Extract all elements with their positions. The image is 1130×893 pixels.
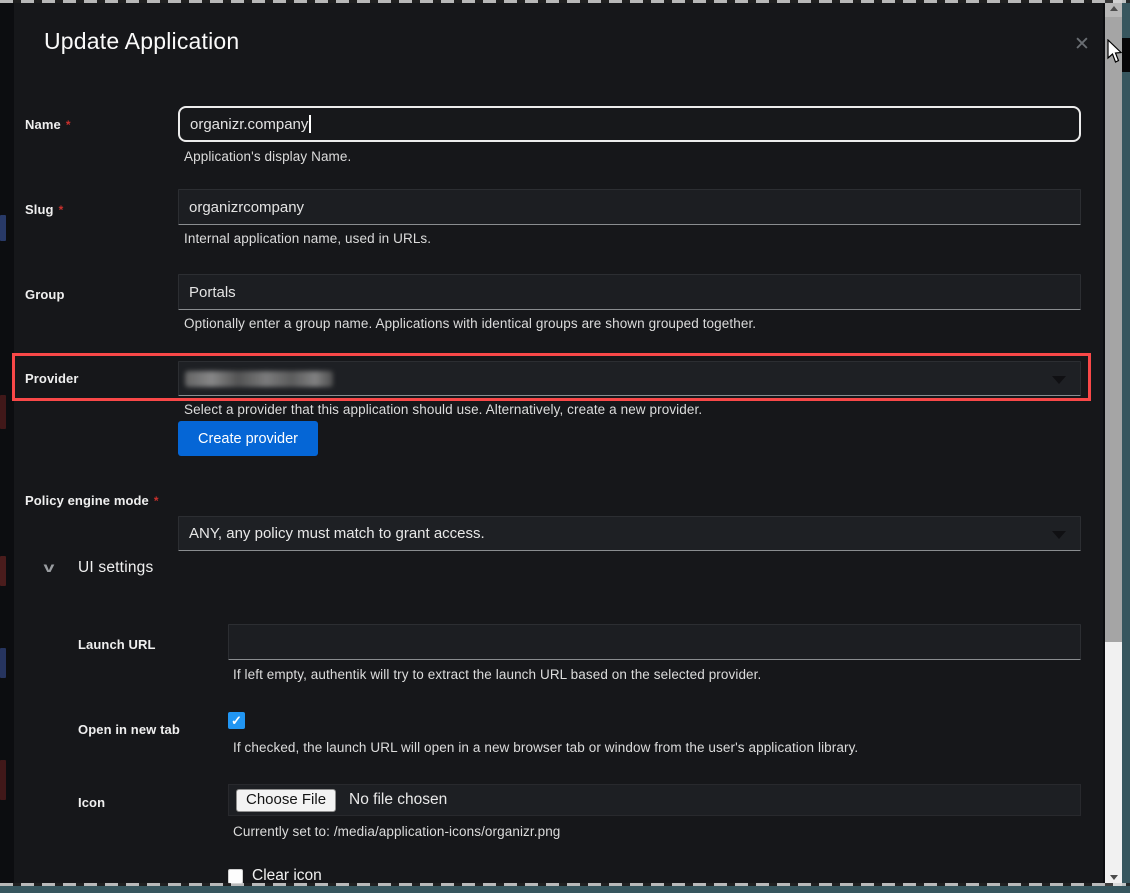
- provider-label: Provider: [25, 371, 79, 386]
- policy-engine-mode-label: Policy engine mode *: [25, 493, 159, 508]
- checkmark-icon: ✓: [231, 714, 242, 727]
- screenshot-root: Update Application ✕ Name * organizr.comp…: [0, 0, 1130, 893]
- choose-file-button[interactable]: Choose File: [236, 789, 336, 812]
- open-in-new-tab-checkbox[interactable]: ✓: [228, 712, 245, 729]
- ui-settings-section-title[interactable]: UI settings: [78, 559, 153, 577]
- group-label: Group: [25, 287, 65, 302]
- policy-required-asterisk: *: [154, 494, 159, 508]
- background-artifact: [0, 556, 6, 586]
- background-artifact: [0, 760, 6, 800]
- icon-file-input[interactable]: Choose File No file chosen: [228, 784, 1081, 816]
- name-required-asterisk: *: [66, 118, 71, 132]
- arrow-up-icon: [1110, 6, 1118, 11]
- arrow-down-icon: [1110, 875, 1118, 880]
- clear-icon-checkbox[interactable]: [228, 869, 243, 884]
- launch-url-help: If left empty, authentik will try to ext…: [233, 667, 761, 682]
- name-input-value: organizr.company: [190, 116, 308, 133]
- name-input[interactable]: organizr.company: [178, 106, 1081, 142]
- slug-required-asterisk: *: [59, 203, 64, 217]
- name-label: Name *: [25, 117, 71, 132]
- policy-engine-mode-label-text: Policy engine mode: [25, 493, 149, 508]
- slug-help: Internal application name, used in URLs.: [184, 231, 431, 246]
- mouse-cursor: [1107, 39, 1124, 64]
- background-artifact: [0, 215, 6, 241]
- background-artifact: [0, 395, 6, 429]
- provider-help: Select a provider that this application …: [184, 402, 702, 417]
- name-label-text: Name: [25, 117, 61, 132]
- policy-engine-mode-select[interactable]: ANY, any policy must match to grant acce…: [178, 516, 1081, 551]
- update-application-modal: Update Application ✕ Name * organizr.comp…: [14, 3, 1103, 886]
- capture-border-top: [0, 0, 1130, 3]
- launch-url-label: Launch URL: [78, 637, 156, 652]
- chevron-down-icon: [1052, 531, 1066, 539]
- ui-settings-collapse-chevron-icon[interactable]: v: [43, 559, 54, 575]
- provider-redacted-value: [185, 371, 333, 387]
- group-input[interactable]: [178, 274, 1081, 310]
- right-edge-strip: [1122, 0, 1130, 893]
- scrollbar-thumb[interactable]: [1105, 17, 1122, 642]
- open-in-new-tab-label: Open in new tab: [78, 722, 180, 737]
- chevron-down-icon: [1052, 376, 1066, 384]
- provider-select[interactable]: [178, 361, 1081, 396]
- launch-url-input[interactable]: [228, 624, 1081, 660]
- icon-label: Icon: [78, 795, 105, 810]
- icon-help: Currently set to: /media/application-ico…: [233, 824, 560, 839]
- group-help: Optionally enter a group name. Applicati…: [184, 316, 756, 331]
- modal-title: Update Application: [44, 28, 239, 55]
- open-in-new-tab-help: If checked, the launch URL will open in …: [233, 740, 858, 755]
- text-caret: [309, 115, 311, 133]
- slug-input[interactable]: [178, 189, 1081, 225]
- slug-label: Slug *: [25, 202, 63, 217]
- create-provider-button[interactable]: Create provider: [178, 421, 318, 456]
- file-chosen-status: No file chosen: [349, 791, 447, 809]
- slug-label-text: Slug: [25, 202, 54, 217]
- policy-engine-mode-value: ANY, any policy must match to grant acce…: [189, 525, 485, 542]
- background-artifact: [0, 648, 6, 678]
- name-help: Application's display Name.: [184, 149, 351, 164]
- close-icon[interactable]: ✕: [1070, 33, 1094, 57]
- bottom-edge-strip: [0, 886, 1130, 893]
